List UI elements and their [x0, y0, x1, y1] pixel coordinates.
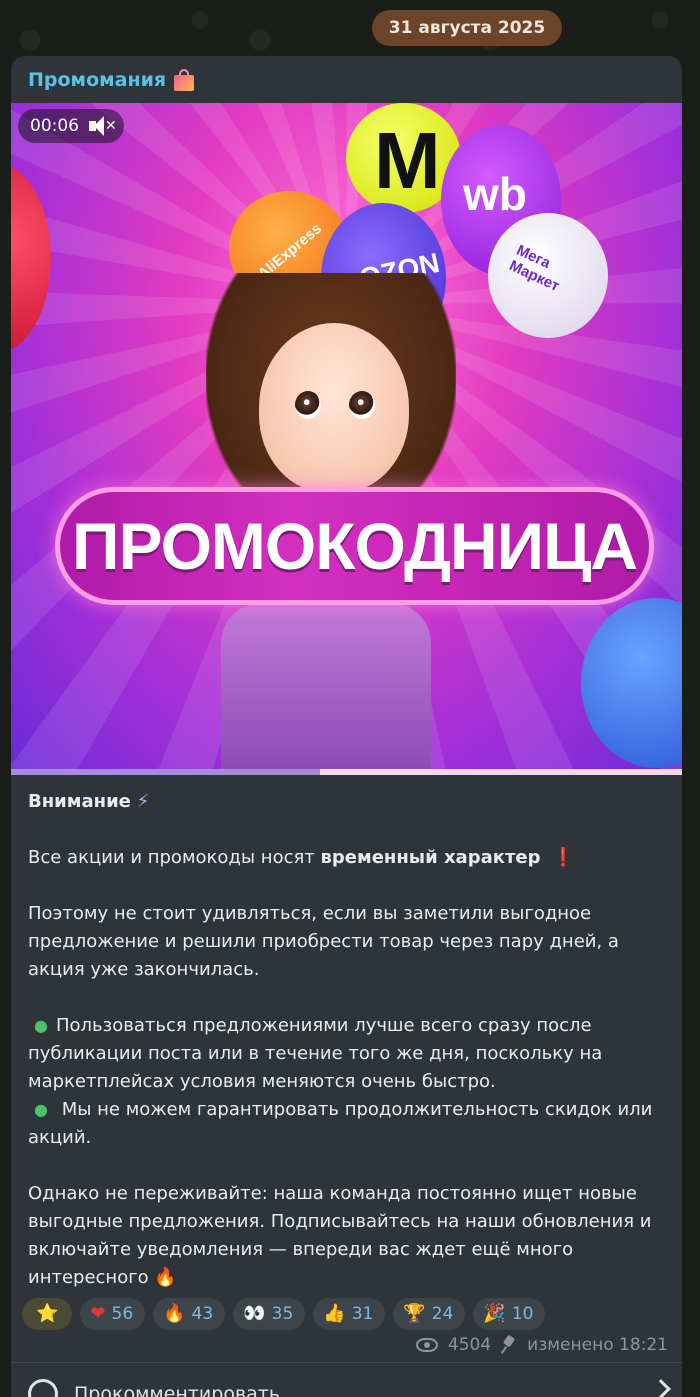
chevron-right-icon — [651, 1379, 671, 1397]
video-time-badge[interactable]: 00:06 ✕ — [18, 109, 124, 143]
balloon-blue — [581, 598, 682, 768]
reaction-count: 10 — [511, 1304, 534, 1324]
post-heading: Внимание ⚡ — [28, 791, 150, 812]
channel-name-link[interactable]: Промомания — [28, 68, 196, 92]
reaction-trophy[interactable]: 🏆 24 — [393, 1298, 466, 1330]
post-bullets: ● Пользоваться предложениями лучше всего … — [28, 1012, 668, 1152]
reaction-count: 43 — [191, 1304, 214, 1324]
fire-icon: 🔥 — [163, 1303, 186, 1324]
balloon-megamarket: Мега Маркет — [488, 213, 608, 338]
character-dress — [221, 603, 431, 771]
divider — [11, 1362, 682, 1363]
heart-icon: ❤ — [90, 1303, 106, 1324]
video-progress-bar[interactable] — [11, 769, 682, 775]
bullet-icon: ● — [34, 1016, 48, 1035]
reaction-heart[interactable]: ❤ 56 — [80, 1298, 146, 1330]
video-player[interactable]: AliExpress M OZON wb Мега Маркет ПРОМОКО… — [11, 103, 682, 771]
reaction-count: 24 — [431, 1304, 454, 1324]
reaction-star[interactable]: ⭐ — [22, 1298, 73, 1330]
reaction-thumbs-up[interactable]: 👍 31 — [313, 1298, 386, 1330]
message-meta: 4504 изменено 18:21 — [415, 1335, 668, 1355]
post-paragraph-3: Однако не переживайте: наша команда пост… — [28, 1183, 652, 1288]
bullet-2: Мы не можем гарантировать продолжительно… — [28, 1099, 653, 1148]
bullet-icon: ● — [34, 1100, 48, 1119]
balloon-megamarket-label: Мега Маркет — [506, 241, 562, 295]
comment-bubble-icon — [28, 1379, 58, 1397]
views-count: 4504 — [447, 1335, 492, 1355]
video-time: 00:06 — [30, 116, 79, 136]
muted-speaker-icon[interactable]: ✕ — [89, 116, 117, 136]
character-eye-left — [295, 391, 321, 419]
channel-name: Промомания — [28, 69, 167, 91]
promo-banner: ПРОМОКОДНИЦА — [55, 487, 654, 605]
message-bubble: Промомания AliExpress M OZON wb Мега Мар… — [11, 56, 682, 1397]
exclamation-icon: ❗ — [551, 847, 575, 868]
reaction-eyes[interactable]: 👀 35 — [233, 1298, 306, 1330]
date-label: 31 августа 2025 — [388, 18, 546, 38]
shopping-bags-icon — [172, 68, 196, 92]
balloon-m-label: M — [374, 116, 441, 205]
eyes-icon: 👀 — [243, 1303, 266, 1324]
reactions-bar: ⭐ ❤ 56 🔥 43 👀 35 👍 31 🏆 24 🎉 10 — [22, 1298, 546, 1330]
promo-banner-text: ПРОМОКОДНИЦА — [72, 509, 638, 583]
character-eye-right — [349, 391, 375, 419]
trophy-icon: 🏆 — [403, 1303, 426, 1324]
bullet-1: Пользоваться предложениями лучше всего с… — [28, 1015, 603, 1092]
reaction-count: 35 — [271, 1304, 294, 1324]
reaction-fire[interactable]: 🔥 43 — [153, 1298, 226, 1330]
character-face — [259, 323, 409, 493]
fire-icon: 🔥 — [154, 1267, 177, 1288]
reaction-count: 56 — [111, 1304, 134, 1324]
balloon-wb-label: wb — [463, 168, 527, 220]
comment-label: Прокомментировать — [74, 1383, 281, 1397]
reaction-party[interactable]: 🎉 10 — [473, 1298, 546, 1330]
star-icon: ⭐ — [36, 1303, 59, 1324]
post-paragraph-2: Поэтому не стоит удивляться, если вы зам… — [28, 903, 619, 980]
post-paragraph-1: Все акции и промокоды носят временный ха… — [28, 847, 575, 868]
thumbs-up-icon: 👍 — [323, 1303, 346, 1324]
views-eye-icon — [415, 1338, 438, 1352]
date-pill: 31 августа 2025 — [372, 10, 562, 46]
balloon-red — [11, 163, 51, 353]
lightning-icon: ⚡ — [136, 791, 150, 812]
pin-icon — [501, 1336, 517, 1354]
video-progress-fill — [11, 769, 320, 775]
comment-button[interactable]: Прокомментировать — [28, 1374, 678, 1397]
reaction-count: 31 — [351, 1304, 374, 1324]
party-popper-icon: 🎉 — [483, 1303, 506, 1324]
edited-time: изменено 18:21 — [527, 1335, 668, 1355]
post-text: Внимание ⚡ Все акции и промокоды носят в… — [28, 788, 668, 1320]
